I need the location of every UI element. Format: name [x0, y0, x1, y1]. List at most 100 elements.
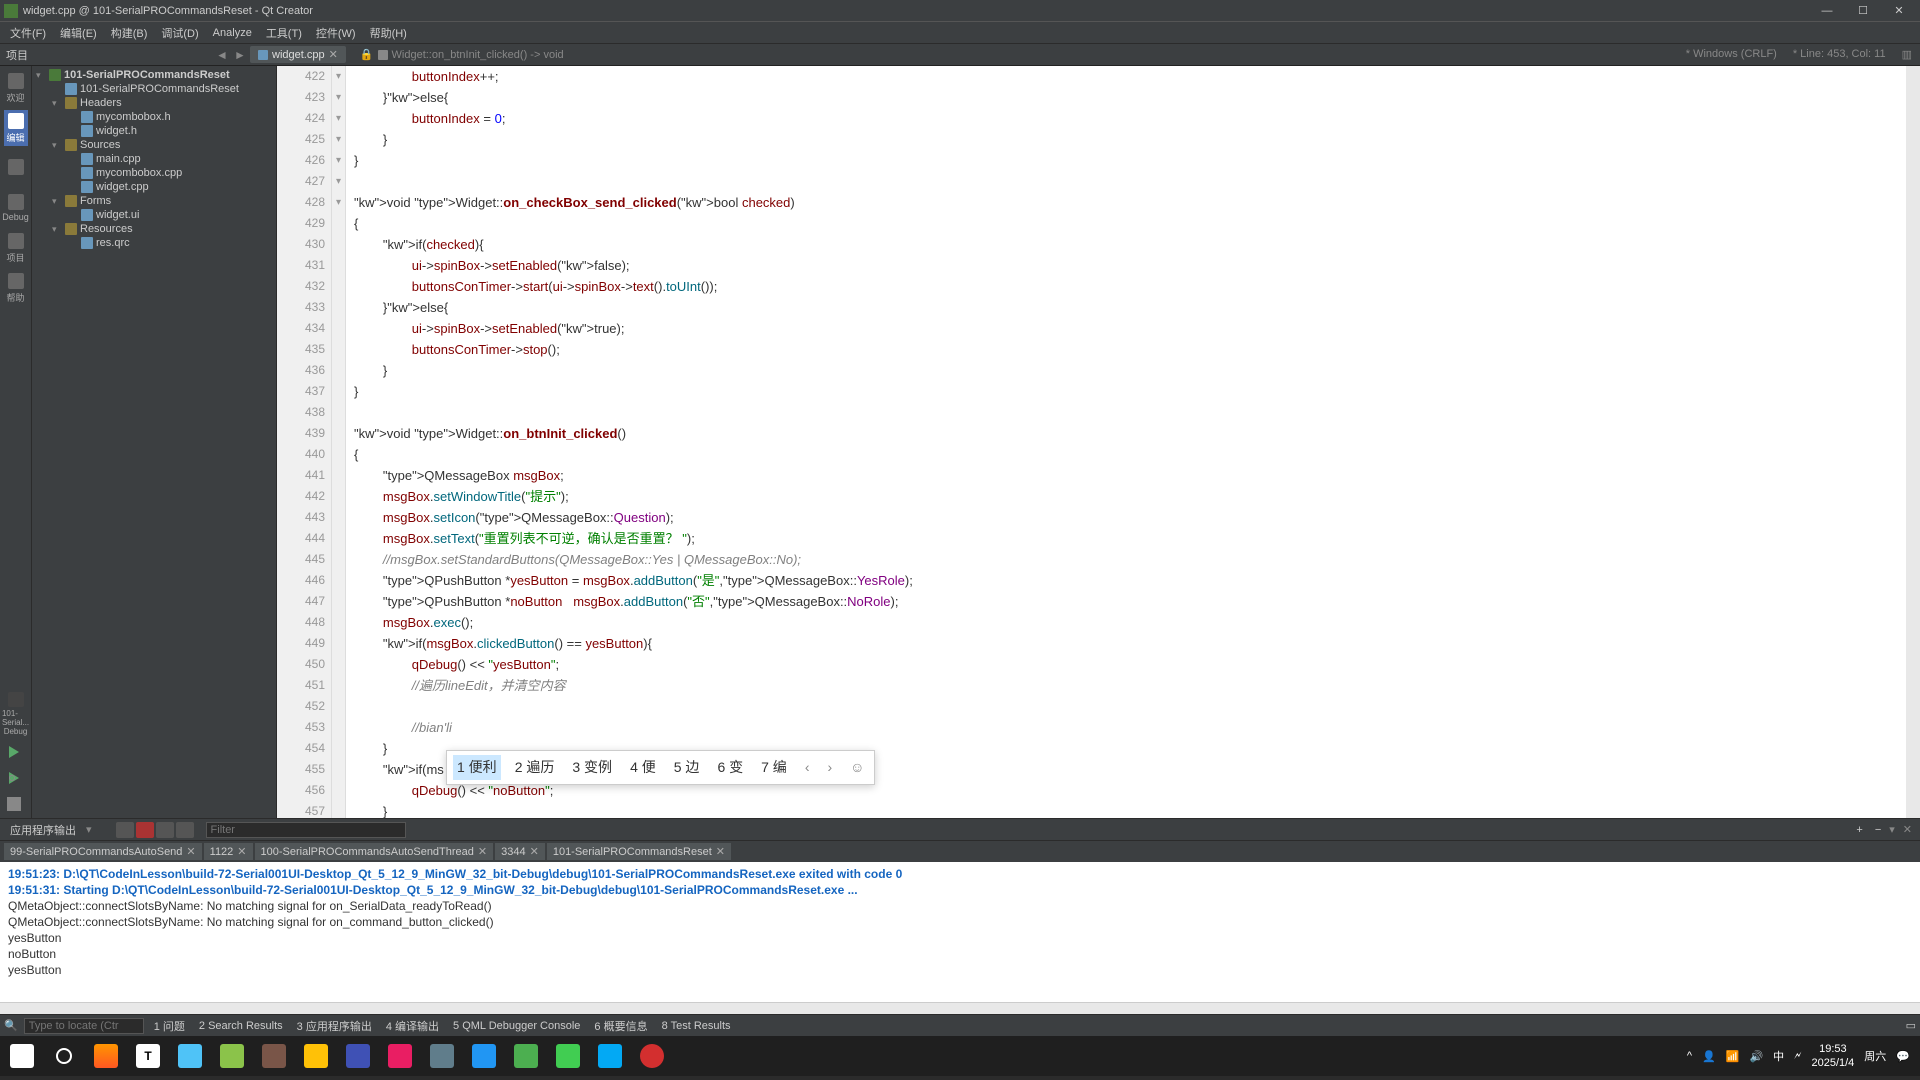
tray-battery-icon[interactable]: 🗲 — [1794, 1050, 1801, 1063]
tray-network-icon[interactable]: 📶 — [1726, 1050, 1740, 1063]
task-app-icon[interactable] — [254, 1038, 294, 1074]
project-tree[interactable]: ▾101-SerialPROCommandsReset 101-SerialPR… — [32, 66, 277, 818]
ime-candidate-3[interactable]: 3 变例 — [568, 755, 616, 780]
menu-analyze[interactable]: Analyze — [207, 25, 258, 41]
task-search-icon[interactable] — [44, 1038, 84, 1074]
file-tab-widget-cpp[interactable]: widget.cpp ✕ — [250, 46, 346, 63]
ime-emoji-icon[interactable]: ☺ — [846, 757, 868, 778]
ime-prev-icon[interactable]: ‹ — [801, 757, 814, 778]
status-locate-icon[interactable]: 🔍 — [4, 1019, 18, 1032]
output-tab[interactable]: 99-SerialPROCommandsAutoSend✕ — [4, 843, 202, 860]
tree-source-file[interactable]: mycombobox.cpp — [34, 166, 274, 180]
sidebar-projects[interactable]: 项目 — [4, 230, 28, 266]
task-app-icon[interactable] — [464, 1038, 504, 1074]
tree-form-file[interactable]: widget.ui — [34, 208, 274, 222]
sidebar-edit[interactable]: 编辑 — [4, 110, 28, 146]
ime-candidate-popup[interactable]: 1 便利 2 遍历 3 变例 4 便 5 边 6 变 7 编 ‹ › ☺ — [446, 750, 875, 785]
output-settings-icon[interactable] — [176, 822, 194, 838]
output-run-icon[interactable] — [116, 822, 134, 838]
minimize-button[interactable]: — — [1810, 2, 1844, 20]
task-app-icon[interactable] — [422, 1038, 462, 1074]
menu-tools[interactable]: 工具(T) — [260, 23, 308, 43]
tab-next-icon[interactable]: ► — [232, 47, 248, 63]
run-button[interactable] — [4, 742, 24, 762]
task-explorer-icon[interactable] — [296, 1038, 336, 1074]
encoding-indicator[interactable]: * Windows (CRLF) — [1686, 48, 1777, 61]
output-attach-icon[interactable] — [156, 822, 174, 838]
sidebar-help[interactable]: 帮助 — [4, 270, 28, 306]
tree-header-file[interactable]: widget.h — [34, 124, 274, 138]
tree-project-root[interactable]: ▾101-SerialPROCommandsReset — [34, 68, 274, 82]
ime-candidate-5[interactable]: 5 边 — [670, 755, 704, 780]
close-button[interactable]: ✕ — [1882, 2, 1916, 20]
maximize-button[interactable]: ☐ — [1846, 2, 1880, 20]
ime-candidate-4[interactable]: 4 便 — [626, 755, 660, 780]
tab-prev-icon[interactable]: ◄ — [214, 47, 230, 63]
output-tab[interactable]: 1122✕ — [204, 843, 253, 860]
menu-file[interactable]: 文件(F) — [4, 23, 52, 43]
status-app-output[interactable]: 3 应用程序输出 — [293, 1018, 376, 1034]
menu-help[interactable]: 帮助(H) — [364, 23, 413, 43]
tree-source-file[interactable]: main.cpp — [34, 152, 274, 166]
status-general[interactable]: 6 概要信息 — [590, 1018, 651, 1034]
ime-candidate-7[interactable]: 7 编 — [757, 755, 791, 780]
task-app-icon[interactable] — [590, 1038, 630, 1074]
tray-volume-icon[interactable]: 🔊 — [1749, 1050, 1763, 1063]
breadcrumb[interactable]: 🔒 Widget::on_btnInit_clicked() -> void — [360, 48, 564, 61]
status-qml-console[interactable]: 5 QML Debugger Console — [449, 1020, 584, 1032]
task-app-icon[interactable] — [170, 1038, 210, 1074]
split-icon[interactable]: ▥ — [1902, 48, 1912, 61]
tree-resources-folder[interactable]: ▾Resources — [34, 222, 274, 236]
debug-run-button[interactable] — [4, 768, 24, 788]
sidebar-debug[interactable]: Debug — [4, 190, 28, 226]
tray-action-center-icon[interactable]: 💬 — [1896, 1050, 1910, 1063]
status-progress-icon[interactable]: ▭ — [1906, 1019, 1916, 1032]
status-issues[interactable]: 1 问题 — [150, 1018, 189, 1034]
output-stop-icon[interactable] — [136, 822, 154, 838]
tray-notifications-icon[interactable]: 周六 — [1864, 1048, 1886, 1064]
output-dropdown-icon[interactable]: ▾ — [86, 823, 92, 836]
output-scrollbar[interactable] — [0, 1002, 1920, 1014]
task-app-icon[interactable] — [632, 1038, 672, 1074]
tree-source-file[interactable]: widget.cpp — [34, 180, 274, 194]
tree-sources-folder[interactable]: ▾Sources — [34, 138, 274, 152]
task-app-icon[interactable] — [380, 1038, 420, 1074]
status-compile-output[interactable]: 4 编译输出 — [382, 1018, 443, 1034]
menu-build[interactable]: 构建(B) — [105, 23, 154, 43]
task-firefox-icon[interactable] — [86, 1038, 126, 1074]
taskbar-clock[interactable]: 19:53 2025/1/4 — [1811, 1042, 1854, 1070]
tree-header-file[interactable]: mycombobox.h — [34, 110, 274, 124]
task-wechat-icon[interactable] — [506, 1038, 546, 1074]
task-app-icon[interactable] — [212, 1038, 252, 1074]
tab-close-icon[interactable]: ✕ — [186, 845, 195, 858]
menu-window[interactable]: 控件(W) — [310, 23, 362, 43]
fold-gutter[interactable]: ▾▾▾▾▾▾▾ — [332, 66, 346, 818]
ime-candidate-1[interactable]: 1 便利 — [453, 755, 501, 780]
task-qtcreator-icon[interactable] — [548, 1038, 588, 1074]
build-button[interactable] — [4, 794, 24, 814]
status-search-results[interactable]: 2 Search Results — [195, 1020, 287, 1032]
ime-candidate-6[interactable]: 6 变 — [713, 755, 747, 780]
tray-ime-icon[interactable]: 中 — [1773, 1048, 1784, 1064]
sidebar-welcome[interactable]: 欢迎 — [4, 70, 28, 106]
menu-debug[interactable]: 调试(D) — [155, 23, 204, 43]
ime-next-icon[interactable]: › — [823, 757, 836, 778]
start-button[interactable] — [2, 1038, 42, 1074]
task-app-icon[interactable] — [338, 1038, 378, 1074]
status-test-results[interactable]: 8 Test Results — [658, 1020, 735, 1032]
sidebar-design[interactable] — [4, 150, 28, 186]
code-editor[interactable]: 4224234244254264274284294304314324334344… — [277, 66, 1920, 818]
tree-resource-file[interactable]: res.qrc — [34, 236, 274, 250]
code-area[interactable]: buttonIndex++; }"kw">else{ buttonIndex =… — [346, 66, 1906, 818]
ime-candidate-2[interactable]: 2 遍历 — [511, 755, 559, 780]
tree-pro-file[interactable]: 101-SerialPROCommandsReset — [34, 82, 274, 96]
tree-headers-folder[interactable]: ▾Headers — [34, 96, 274, 110]
tab-close-icon[interactable]: ✕ — [237, 845, 246, 858]
sidebar-kit-selector[interactable]: 101-Serial...Debug — [4, 692, 28, 736]
file-tab-close-icon[interactable]: ✕ — [329, 48, 338, 61]
menu-edit[interactable]: 编辑(E) — [54, 23, 103, 43]
cursor-position[interactable]: * Line: 453, Col: 11 — [1793, 48, 1886, 61]
line-number-gutter[interactable]: 4224234244254264274284294304314324334344… — [277, 66, 332, 818]
tray-people-icon[interactable]: 👤 — [1702, 1050, 1716, 1063]
project-dropdown[interactable]: 项目 — [0, 47, 210, 63]
